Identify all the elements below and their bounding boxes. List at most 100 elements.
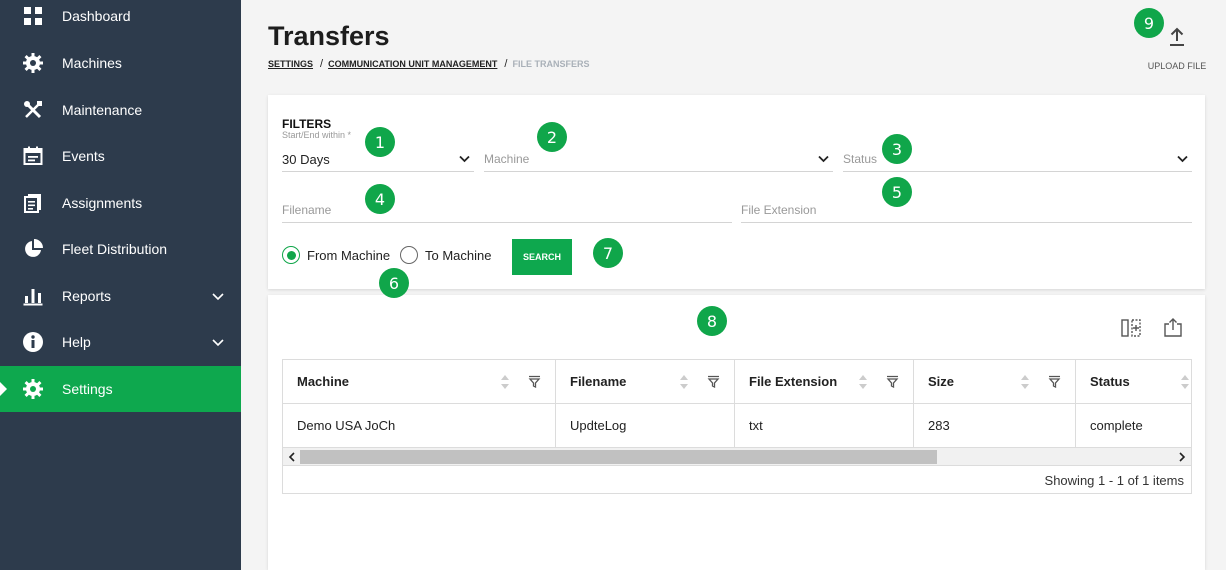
file-extension-input[interactable]: File Extension [741, 195, 1192, 223]
info-icon [21, 330, 45, 354]
main-content: Transfers SETTINGS / COMMUNICATION UNIT … [241, 0, 1226, 570]
sidebar-item-label: Dashboard [62, 8, 131, 24]
sort-icon[interactable] [1020, 373, 1030, 391]
sidebar-item-reports[interactable]: Reports [0, 273, 241, 319]
chevron-down-icon[interactable] [211, 289, 225, 303]
machine-select[interactable]: Machine [484, 144, 833, 172]
sidebar-item-assignments[interactable]: Assignments [0, 180, 241, 226]
filters-title: FILTERS [282, 117, 332, 131]
annotation-badge-3: 3 [882, 134, 912, 164]
annotation-badge-1: 1 [365, 127, 395, 157]
to-machine-label: To Machine [425, 247, 492, 263]
cell-filename: UpdteLog [556, 404, 735, 447]
column-header-machine[interactable]: Machine [283, 360, 556, 403]
annotation-badge-5: 5 [882, 177, 912, 207]
radio-unselected-icon [400, 246, 418, 264]
column-header-file-extension[interactable]: File Extension [735, 360, 914, 403]
sidebar-item-label: Events [62, 148, 105, 164]
column-header-size[interactable]: Size [914, 360, 1076, 403]
breadcrumb-separator: / [504, 58, 508, 70]
radio-selected-icon [282, 246, 300, 264]
sidebar-item-label: Assignments [62, 195, 143, 211]
chevron-down-icon [1177, 155, 1188, 163]
sort-icon[interactable] [679, 373, 689, 391]
settings-icon [21, 377, 45, 401]
export-icon[interactable] [1162, 317, 1184, 339]
start-end-caption: Start/End within * [282, 130, 352, 140]
sidebar-item-help[interactable]: Help [0, 319, 241, 365]
annotation-badge-8: 8 [697, 306, 727, 336]
pie-chart-icon [21, 237, 45, 261]
column-filter-icon[interactable] [528, 375, 541, 388]
sidebar-item-events[interactable]: Events [0, 133, 241, 179]
chevron-down-icon [818, 155, 829, 163]
transfers-grid: Machine Filename File Extension Size Sta… [282, 359, 1192, 494]
file-extension-placeholder: File Extension [741, 203, 817, 217]
annotation-badge-2: 2 [537, 122, 567, 152]
horizontal-scrollbar[interactable] [283, 448, 1191, 466]
column-header-filename[interactable]: Filename [556, 360, 735, 403]
sort-icon[interactable] [1180, 373, 1190, 391]
sidebar-item-label: Machines [62, 55, 122, 71]
sidebar: Dashboard Machines Maintenance Events As… [0, 0, 241, 570]
cell-status: complete [1090, 418, 1143, 433]
sidebar-item-label: Fleet Distribution [62, 241, 168, 257]
breadcrumb-separator: / [320, 58, 324, 70]
page-title: Transfers [268, 21, 390, 51]
upload-icon [1168, 27, 1186, 51]
from-machine-label: From Machine [307, 247, 391, 263]
sidebar-item-fleet-distribution[interactable]: Fleet Distribution [0, 226, 241, 272]
machine-placeholder: Machine [484, 152, 530, 166]
filters-panel: FILTERS Start/End within * 30 Days Machi… [268, 95, 1205, 289]
sidebar-item-machines[interactable]: Machines [0, 40, 241, 86]
sidebar-item-label: Help [62, 334, 91, 350]
sidebar-item-label: Reports [62, 288, 112, 304]
cell-machine: Demo USA JoCh [283, 404, 556, 447]
annotation-badge-6: 6 [379, 268, 409, 298]
column-chooser-icon[interactable] [1120, 317, 1142, 339]
scrollbar-thumb[interactable] [300, 450, 937, 464]
sort-icon[interactable] [858, 373, 868, 391]
from-machine-radio[interactable]: From Machine [282, 246, 390, 264]
sidebar-item-settings[interactable]: Settings [0, 366, 241, 412]
column-header-label: Status [1090, 374, 1130, 389]
tools-icon [21, 98, 45, 122]
cell-file-extension: txt [735, 404, 914, 447]
column-header-label: Filename [570, 374, 627, 389]
annotation-badge-7: 7 [593, 238, 623, 268]
breadcrumb-settings[interactable]: SETTINGS [268, 59, 313, 69]
clipboard-icon [21, 191, 45, 215]
column-header-status[interactable]: Status [1076, 360, 1191, 403]
column-filter-icon[interactable] [886, 375, 899, 388]
column-header-label: Size [928, 374, 955, 389]
gear-icon [21, 51, 45, 75]
start-end-value: 30 Days [282, 152, 330, 167]
sidebar-item-label: Settings [62, 381, 113, 397]
breadcrumb: SETTINGS / COMMUNICATION UNIT MANAGEMENT… [268, 58, 589, 70]
sidebar-item-dashboard[interactable]: Dashboard [0, 0, 241, 39]
status-placeholder: Status [843, 152, 878, 166]
to-machine-radio[interactable]: To Machine [400, 246, 491, 264]
filename-input[interactable]: Filename [282, 195, 732, 223]
breadcrumb-cu-management[interactable]: COMMUNICATION UNIT MANAGEMENT [328, 59, 497, 69]
breadcrumb-current: FILE TRANSFERS [512, 59, 590, 69]
annotation-badge-9: 9 [1134, 8, 1164, 38]
column-filter-icon[interactable] [707, 375, 720, 388]
bar-chart-icon [21, 284, 45, 308]
transfers-table-panel: Machine Filename File Extension Size Sta… [268, 295, 1205, 570]
upload-file-label: UPLOAD FILE [1147, 61, 1207, 71]
search-button[interactable]: SEARCH [512, 239, 572, 275]
column-header-label: Machine [297, 374, 350, 389]
chevron-down-icon[interactable] [211, 335, 225, 349]
column-header-label: File Extension [749, 374, 838, 389]
column-filter-icon[interactable] [1048, 375, 1061, 388]
scroll-left-icon[interactable] [286, 451, 298, 463]
scroll-right-icon[interactable] [1176, 451, 1188, 463]
sidebar-item-maintenance[interactable]: Maintenance [0, 87, 241, 133]
sort-icon[interactable] [500, 373, 510, 391]
active-marker [0, 382, 7, 396]
dashboard-icon [21, 4, 45, 28]
pagination-info: Showing 1 - 1 of 1 items [1044, 473, 1184, 488]
table-row[interactable]: Demo USA JoCh UpdteLog txt 283 complete [283, 404, 1191, 448]
filename-placeholder: Filename [282, 203, 332, 217]
